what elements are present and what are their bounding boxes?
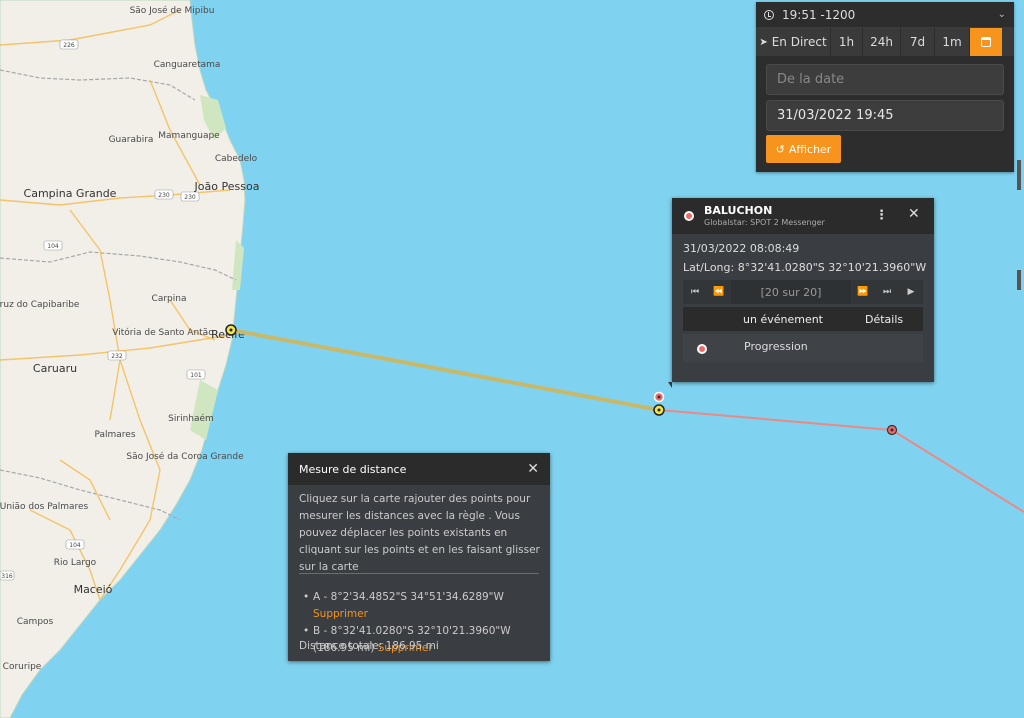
svg-text:Campina Grande: Campina Grande (24, 187, 117, 200)
svg-text:230: 230 (184, 194, 196, 201)
details-column-header: Détails (865, 312, 904, 326)
svg-text:101: 101 (190, 372, 202, 379)
time-range-panel: 19:51 -1200 ⌄ ➤ En Direct 1h 24h 7d 1m D… (756, 2, 1014, 172)
svg-text:São José de Mipibu: São José de Mipibu (130, 5, 215, 16)
event-table-header: un événement Détails (683, 307, 923, 331)
date-to-field[interactable]: 31/03/2022 19:45 (766, 100, 1004, 131)
show-button-label: Afficher (788, 142, 832, 156)
svg-text:Rio Largo: Rio Largo (54, 558, 97, 568)
ruler-point-a-center (229, 328, 233, 332)
point-a-coords: A - 8°2'34.4852"S 34°51'34.6289"W (313, 591, 504, 603)
tab-1h[interactable]: 1h (831, 28, 863, 56)
ruler-point-b-center (657, 408, 661, 412)
event-column-header: un événement (743, 312, 823, 326)
event-marker-icon (697, 344, 707, 354)
svg-text:232: 232 (111, 353, 123, 360)
close-icon[interactable]: ✕ (908, 206, 920, 222)
latlong-label: Lat/Long: (683, 261, 735, 274)
distance-panel-header: Mesure de distance ✕ (288, 453, 550, 485)
distance-panel-title: Mesure de distance (299, 462, 407, 476)
divider (299, 573, 539, 574)
device-latlong: Lat/Long: 8°32'41.0280"S 32°10'21.3960"W (683, 261, 926, 274)
svg-text:Sirinhaém: Sirinhaém (168, 413, 214, 424)
svg-text:Canguaretama: Canguaretama (154, 60, 221, 70)
tab-7d[interactable]: 7d (901, 28, 935, 56)
svg-text:Coruripe: Coruripe (3, 662, 42, 672)
close-icon[interactable]: ✕ (527, 461, 539, 477)
track-point-center (657, 395, 661, 399)
last-icon[interactable]: ⏭ (875, 280, 899, 304)
device-type: Globalstar: SPOT 2 Messenger (704, 218, 825, 227)
more-options-icon[interactable]: ⋮ (875, 208, 888, 223)
svg-text:Maceió: Maceió (74, 583, 113, 596)
tab-24h[interactable]: 24h (863, 28, 901, 56)
device-popup: BALUCHON Globalstar: SPOT 2 Messenger ⋮ … (672, 198, 934, 382)
date-from-field[interactable]: De la date (766, 64, 1004, 95)
event-row[interactable]: Progression (683, 334, 923, 362)
total-distance: Distance totale: 186.95 mi (299, 640, 439, 652)
distance-instructions: Cliquez sur la carte rajouter des points… (299, 493, 540, 573)
event-label: Progression (744, 340, 808, 353)
list-item: A - 8°2'34.4852"S 34°51'34.6289"W Suppri… (303, 589, 543, 623)
device-marker-icon (684, 211, 694, 221)
svg-text:Vitória de Santo Antão: Vitória de Santo Antão (112, 327, 214, 338)
svg-text:104: 104 (69, 542, 81, 549)
svg-text:316: 316 (1, 573, 13, 580)
chevron-down-icon[interactable]: ⌄ (998, 9, 1006, 20)
svg-text:Palmares: Palmares (94, 430, 135, 440)
play-icon[interactable]: ▶ (899, 280, 923, 304)
distance-measure-panel: Mesure de distance ✕ Cliquez sur la cart… (288, 453, 550, 661)
delete-point-a-link[interactable]: Supprimer (313, 608, 368, 620)
history-icon: ↺ (775, 142, 785, 156)
tab-live[interactable]: ➤ En Direct (756, 28, 831, 56)
event-counter: [20 sur 20] (760, 285, 822, 299)
calendar-icon (981, 37, 991, 47)
edge-scrollbar[interactable] (1017, 270, 1021, 290)
device-timestamp: 31/03/2022 08:08:49 (683, 242, 800, 255)
edge-scrollbar[interactable] (1017, 160, 1021, 190)
svg-text:Guarabira: Guarabira (109, 135, 154, 145)
svg-text:São José da Coroa Grande: São José da Coroa Grande (126, 451, 244, 462)
tab-1m[interactable]: 1m (935, 28, 970, 56)
time-range-tabs: ➤ En Direct 1h 24h 7d 1m (756, 28, 1014, 56)
tab-calendar[interactable] (970, 28, 1002, 56)
svg-text:João Pessoa: João Pessoa (194, 180, 260, 193)
current-time: 19:51 -1200 (782, 7, 856, 22)
svg-text:230: 230 (158, 192, 170, 199)
svg-text:Mamanguape: Mamanguape (158, 131, 220, 141)
svg-text:Campos: Campos (17, 617, 54, 627)
device-popup-header: BALUCHON Globalstar: SPOT 2 Messenger ⋮ … (672, 198, 934, 234)
svg-text:Carpina: Carpina (152, 294, 187, 304)
svg-text:Santa Cruz do Capibaribe: Santa Cruz do Capibaribe (0, 300, 80, 310)
time-panel-header[interactable]: 19:51 -1200 ⌄ (756, 2, 1014, 28)
tab-live-label: En Direct (771, 35, 827, 49)
next-icon[interactable]: ⏩ (851, 280, 875, 304)
first-icon[interactable]: ⏮ (683, 280, 707, 304)
svg-text:104: 104 (47, 243, 59, 250)
svg-text:Cabedelo: Cabedelo (215, 154, 258, 164)
previous-icon[interactable]: ⏪ (707, 280, 731, 304)
svg-text:226: 226 (63, 42, 75, 49)
track-point-center (890, 428, 894, 432)
clock-icon (764, 9, 774, 20)
navigation-arrow-icon: ➤ (759, 36, 768, 48)
latlong-value: 8°32'41.0280"S 32°10'21.3960"W (737, 261, 927, 274)
show-button[interactable]: ↺ Afficher (766, 135, 841, 163)
event-navigation: ⏮ ⏪ [20 sur 20] ⏩ ⏭ ▶ (683, 280, 923, 304)
svg-text:Caruaru: Caruaru (33, 362, 77, 375)
device-name: BALUCHON (704, 204, 773, 217)
svg-text:União dos Palmares: União dos Palmares (0, 502, 89, 512)
